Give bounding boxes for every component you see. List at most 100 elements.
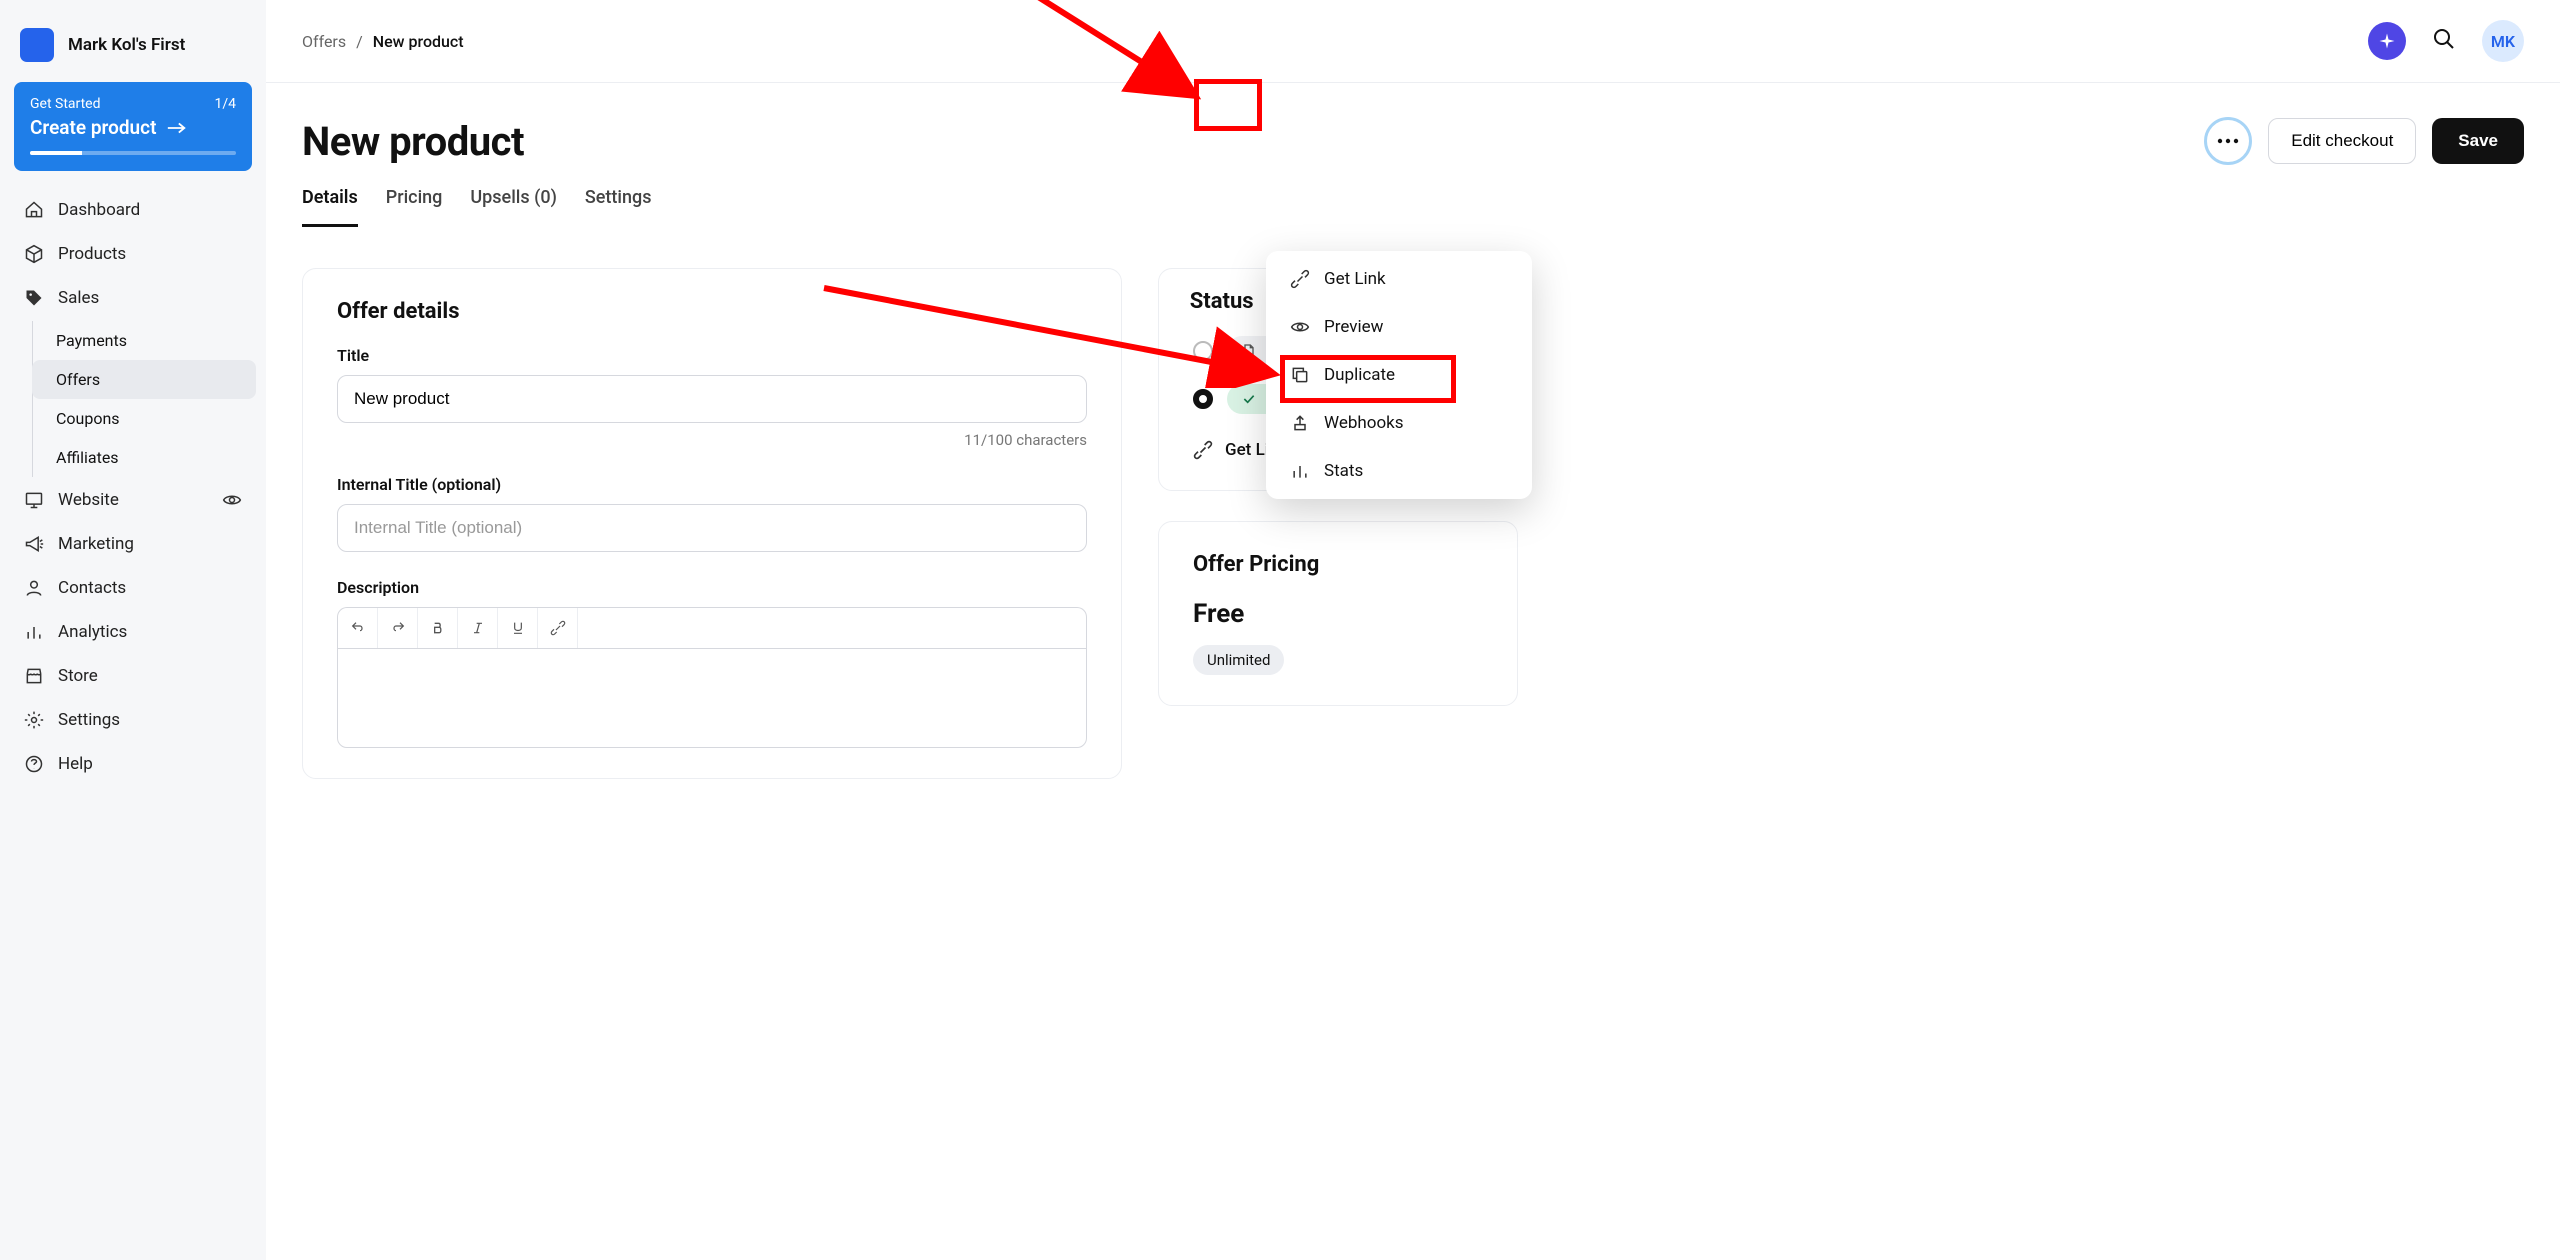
- tab-settings[interactable]: Settings: [585, 187, 652, 227]
- breadcrumb: Offers / New product: [302, 32, 464, 51]
- nav-label: Contacts: [58, 578, 126, 598]
- eye-icon: [222, 490, 242, 510]
- subnav-offers[interactable]: Offers: [32, 360, 256, 399]
- tab-details[interactable]: Details: [302, 187, 358, 227]
- subnav-coupons[interactable]: Coupons: [32, 399, 256, 438]
- redo-icon: [390, 620, 406, 636]
- limit-pill: Unlimited: [1193, 645, 1284, 675]
- nav-settings[interactable]: Settings: [10, 699, 256, 741]
- nav-label: Settings: [58, 710, 120, 730]
- webhook-icon: [1290, 413, 1310, 433]
- nav-help[interactable]: Help: [10, 743, 256, 785]
- undo-icon: [350, 620, 366, 636]
- onboard-cta: Create product: [30, 116, 156, 139]
- nav-store[interactable]: Store: [10, 655, 256, 697]
- nav-contacts[interactable]: Contacts: [10, 567, 256, 609]
- nav-label: Website: [58, 490, 119, 510]
- sidebar: Mark Kol's First Get Started 1/4 Create …: [0, 0, 266, 1260]
- editor-link[interactable]: [538, 608, 578, 648]
- page-title: New product: [302, 118, 524, 165]
- box-icon: [24, 244, 44, 264]
- bars-icon: [24, 622, 44, 642]
- workspace-switcher[interactable]: Mark Kol's First: [10, 28, 256, 82]
- topbar: Offers / New product MK: [266, 0, 2560, 83]
- dropdown-stats[interactable]: Stats: [1266, 447, 1532, 495]
- sales-subnav: Payments Offers Coupons Affiliates: [32, 321, 256, 477]
- more-actions-dropdown: Get Link Preview Duplicate Webhooks Stat…: [1266, 251, 1532, 499]
- price-value: Free: [1193, 599, 1483, 629]
- breadcrumb-sep: /: [356, 32, 363, 51]
- dropdown-label: Get Link: [1324, 269, 1386, 289]
- home-icon: [24, 200, 44, 220]
- monitor-icon: [24, 490, 44, 510]
- radio-selected[interactable]: [1193, 389, 1213, 409]
- char-count: 11/100 characters: [337, 431, 1087, 449]
- editor-redo[interactable]: [378, 608, 418, 648]
- tab-pricing[interactable]: Pricing: [386, 187, 443, 227]
- breadcrumb-current: New product: [373, 32, 464, 51]
- nav-label: Sales: [58, 288, 99, 308]
- offer-details-card: Offer details Title 11/100 characters In…: [302, 268, 1122, 779]
- help-icon: [24, 754, 44, 774]
- radio-unselected[interactable]: [1193, 341, 1213, 361]
- more-actions-button[interactable]: [2204, 117, 2252, 165]
- nav-sales[interactable]: Sales: [10, 277, 256, 319]
- link-icon: [1290, 269, 1310, 289]
- page-header: New product Edit checkout Save: [302, 117, 2524, 165]
- dropdown-preview[interactable]: Preview: [1266, 303, 1532, 351]
- gear-icon: [24, 710, 44, 730]
- file-icon: [1241, 343, 1257, 359]
- nav-label: Analytics: [58, 622, 127, 642]
- subnav-payments[interactable]: Payments: [32, 321, 256, 360]
- nav-analytics[interactable]: Analytics: [10, 611, 256, 653]
- nav-label: Store: [58, 666, 98, 686]
- subnav-affiliates[interactable]: Affiliates: [32, 438, 256, 477]
- nav-marketing[interactable]: Marketing: [10, 523, 256, 565]
- link-icon: [550, 620, 566, 636]
- editor-bold[interactable]: [418, 608, 458, 648]
- editor-undo[interactable]: [338, 608, 378, 648]
- editor-italic[interactable]: [458, 608, 498, 648]
- user-avatar[interactable]: MK: [2482, 20, 2524, 62]
- tag-icon: [24, 288, 44, 308]
- tab-upsells[interactable]: Upsells (0): [470, 187, 556, 227]
- dropdown-label: Webhooks: [1324, 413, 1404, 433]
- main-content: Offers / New product MK New product: [266, 0, 2560, 1260]
- pricing-card: Offer Pricing Free Unlimited: [1158, 521, 1518, 706]
- dropdown-webhooks[interactable]: Webhooks: [1266, 399, 1532, 447]
- edit-checkout-button[interactable]: Edit checkout: [2268, 118, 2416, 164]
- save-button[interactable]: Save: [2432, 118, 2524, 164]
- dropdown-label: Duplicate: [1324, 365, 1395, 385]
- arrow-right-icon: [166, 121, 188, 135]
- editor-underline[interactable]: [498, 608, 538, 648]
- pricing-title: Offer Pricing: [1193, 552, 1483, 577]
- onboard-progress-bar: [30, 151, 236, 155]
- breadcrumb-parent[interactable]: Offers: [302, 32, 346, 51]
- internal-title-input[interactable]: [337, 504, 1087, 552]
- onboard-label: Get Started: [30, 96, 101, 112]
- nav-label: Dashboard: [58, 200, 140, 220]
- card-title: Offer details: [337, 299, 1087, 324]
- dropdown-get-link[interactable]: Get Link: [1266, 255, 1532, 303]
- bold-icon: [430, 620, 446, 636]
- search-button[interactable]: [2432, 27, 2456, 55]
- ai-spark-button[interactable]: [2368, 22, 2406, 60]
- description-editor[interactable]: [337, 648, 1087, 748]
- dropdown-label: Preview: [1324, 317, 1383, 337]
- nav-website[interactable]: Website: [10, 479, 256, 521]
- internal-title-label: Internal Title (optional): [337, 475, 1087, 494]
- eye-icon: [1290, 317, 1310, 337]
- nav-label: Marketing: [58, 534, 134, 554]
- onboarding-card[interactable]: Get Started 1/4 Create product: [14, 82, 252, 171]
- workspace-logo: [20, 28, 54, 62]
- editor-toolbar: [337, 607, 1087, 648]
- title-input[interactable]: [337, 375, 1087, 423]
- tabs: Details Pricing Upsells (0) Settings: [302, 187, 2524, 228]
- dropdown-duplicate[interactable]: Duplicate: [1266, 351, 1532, 399]
- copy-icon: [1290, 365, 1310, 385]
- nav-dashboard[interactable]: Dashboard: [10, 189, 256, 231]
- main-nav: Dashboard Products Sales Payments Offers…: [10, 189, 256, 785]
- nav-products[interactable]: Products: [10, 233, 256, 275]
- workspace-name: Mark Kol's First: [68, 35, 185, 55]
- dropdown-label: Stats: [1324, 461, 1363, 481]
